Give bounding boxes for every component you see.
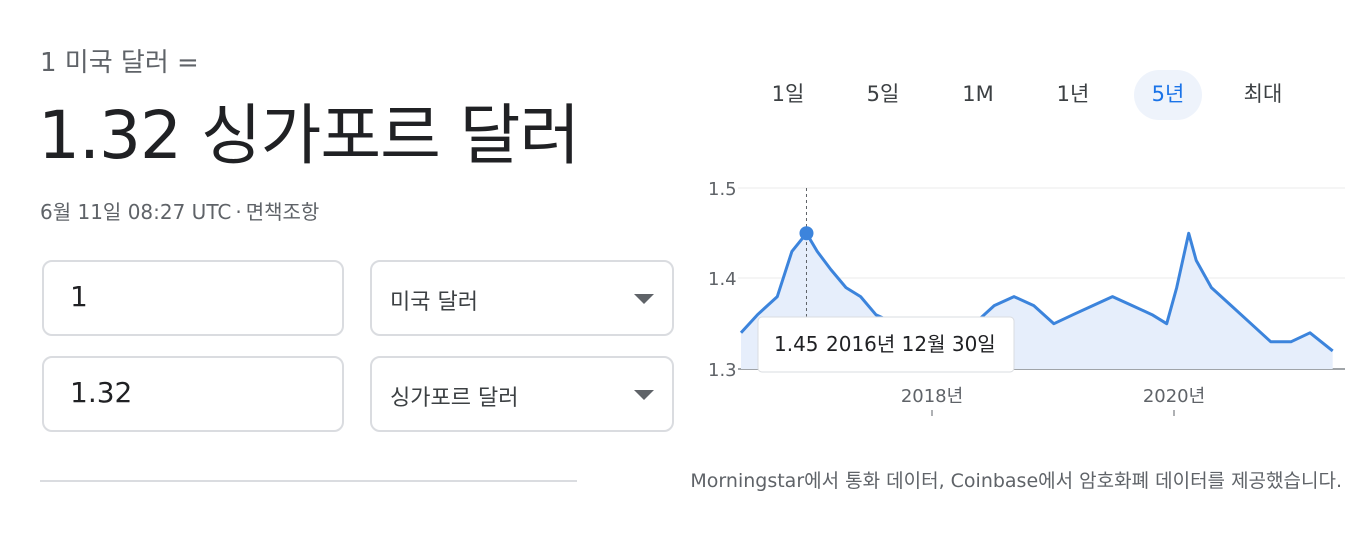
tab-max[interactable]: 최대	[1229, 70, 1297, 120]
separator: ·	[235, 200, 242, 224]
from-amount-field[interactable]: 1	[42, 260, 344, 336]
to-amount-value: 1.32	[70, 376, 133, 409]
y-tick-label: 1.4	[708, 269, 737, 290]
exchange-rate-chart[interactable]: 1.5 1.4 1.3 2018년 2020년 1.45 2016년 12월 3…	[690, 160, 1350, 420]
x-tick-label: 2018년	[901, 386, 963, 407]
dropdown-arrow-icon	[634, 294, 654, 304]
y-tick-label: 1.5	[708, 179, 737, 200]
timestamp: 6월 11일 08:27 UTC	[40, 200, 232, 224]
to-amount-field[interactable]: 1.32	[42, 356, 344, 432]
base-amount-line: 1 미국 달러 =	[40, 48, 199, 78]
update-timestamp-line: 6월 11일 08:27 UTC · 면책조항	[40, 196, 319, 225]
dropdown-arrow-icon	[634, 390, 654, 400]
from-amount-value: 1	[70, 280, 88, 313]
to-currency-value: 싱가포르 달러	[390, 386, 519, 411]
data-source-credit: Morningstar에서 통화 데이터, Coinbase에서 암호화폐 데이…	[690, 470, 1342, 492]
from-currency-value: 미국 달러	[390, 290, 478, 315]
tooltip-value: 1.45	[774, 332, 819, 356]
disclaimer-link[interactable]: 면책조항	[246, 200, 320, 224]
tab-1-month[interactable]: 1M	[944, 70, 1012, 120]
y-tick-label: 1.3	[708, 360, 737, 381]
tooltip-date: 2016년 12월 30일	[826, 332, 996, 356]
tab-5-year[interactable]: 5년	[1134, 70, 1202, 120]
tab-1-year[interactable]: 1년	[1039, 70, 1107, 120]
tab-1-day[interactable]: 1일	[754, 70, 822, 120]
x-tick-label: 2020년	[1143, 386, 1205, 407]
divider	[40, 480, 577, 482]
from-currency-select[interactable]: 미국 달러	[370, 260, 674, 336]
tooltip: 1.45 2016년 12월 30일	[757, 316, 1015, 373]
hover-point-marker[interactable]	[799, 226, 814, 241]
to-currency-select[interactable]: 싱가포르 달러	[370, 356, 674, 432]
tab-5-day[interactable]: 5일	[849, 70, 917, 120]
conversion-result: 1.32 싱가포르 달러	[38, 97, 580, 174]
